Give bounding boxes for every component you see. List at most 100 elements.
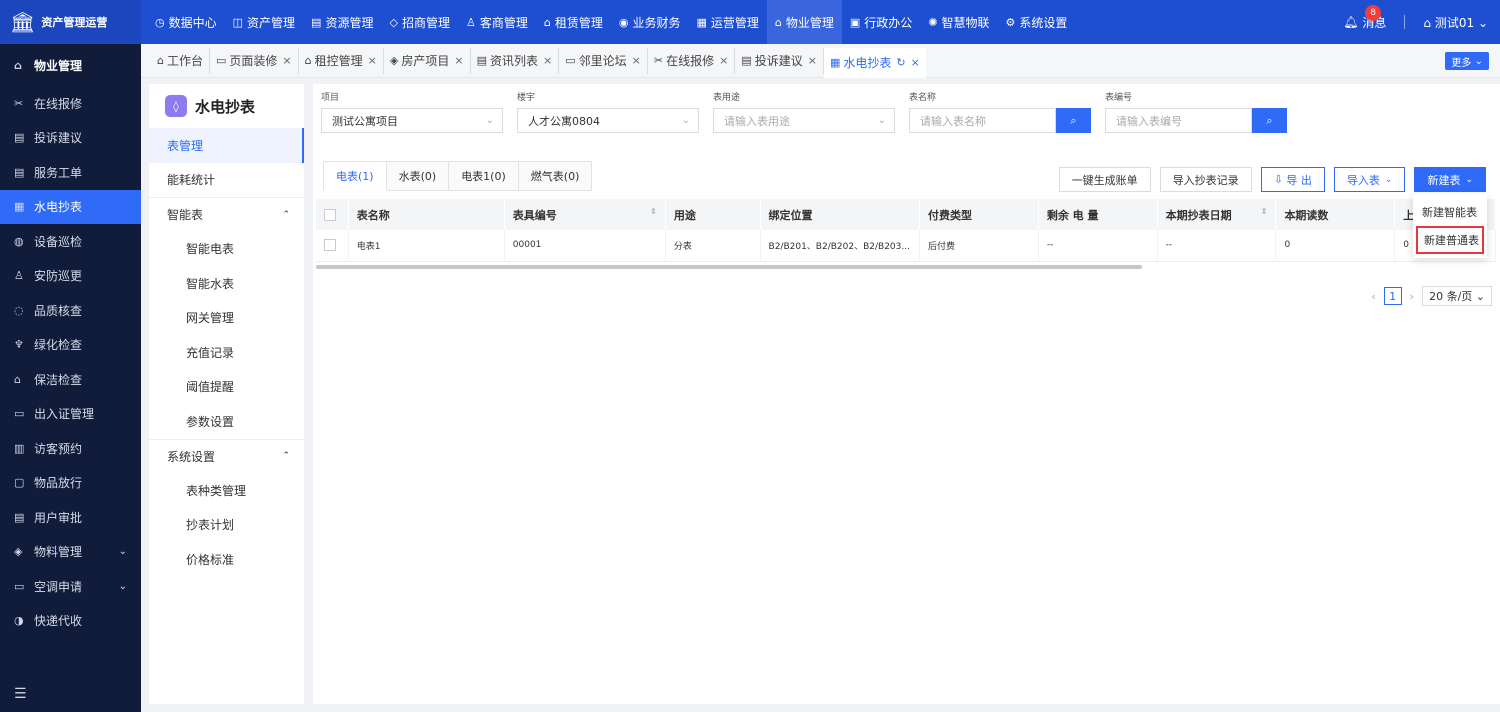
row-checkbox[interactable] [324, 239, 336, 252]
next-page-icon[interactable]: › [1410, 290, 1414, 303]
close-icon[interactable]: × [282, 54, 291, 67]
tab[interactable]: ⌂ 工作台 [151, 47, 210, 74]
sub-menu-item[interactable]: 抄表计划 [149, 508, 304, 543]
meter-name-input[interactable]: 请输入表名称 [909, 108, 1056, 133]
close-icon[interactable]: × [911, 56, 920, 69]
meter-no-input[interactable]: 请输入表编号 [1105, 108, 1252, 133]
sub-menu-item[interactable]: 参数设置 [149, 404, 304, 439]
table-row[interactable]: 电表1 00001 分表 B2/B201、B2/B202、B2/B203... 后付费 -… [316, 230, 1496, 262]
meter-type-tab[interactable]: 电表(1) [323, 161, 387, 191]
page-size-select[interactable]: 20 条/页 ⌄ [1422, 286, 1492, 306]
sub-menu-item[interactable]: 能耗统计 [149, 163, 304, 198]
tab[interactable]: ◈ 房产项目 × [384, 47, 471, 74]
topnav-item[interactable]: ◉ 业务财务 [611, 0, 689, 44]
topnav-label: 资源管理 [325, 15, 374, 30]
tab[interactable]: ▤ 投诉建议 × [735, 47, 824, 74]
tab[interactable]: ▭ 页面装修 × [210, 47, 299, 74]
sidebar-item[interactable]: ⌂ 保洁检查 [0, 362, 141, 397]
sidebar-item[interactable]: ▤ 用户审批 [0, 500, 141, 535]
sidebar-item[interactable]: ✂ 在线报修 [0, 86, 141, 121]
tab[interactable]: ⌂ 租控管理 × [299, 47, 384, 74]
topnav-item[interactable]: ▤ 资源管理 [303, 0, 381, 44]
topnav-item[interactable]: ◇ 招商管理 [381, 0, 457, 44]
sidebar-item[interactable]: ♆ 绿化检查 [0, 328, 141, 363]
new-normal-meter-option[interactable]: 新建普通表 [1416, 226, 1484, 254]
sidebar-item[interactable]: ◑ 快递代收 [0, 604, 141, 639]
topnav-item[interactable]: ◫ 资产管理 [225, 0, 303, 44]
sort-icon[interactable]: ⇕ [650, 207, 657, 216]
topnav-item[interactable]: ✺ 智慧物联 [920, 0, 997, 44]
tab[interactable]: ▤ 资讯列表 × [471, 47, 560, 74]
messages-button[interactable]: 🔔︎ 消息 8 [1343, 4, 1386, 31]
sidebar-header[interactable]: ⌂ 物业管理 [0, 44, 141, 86]
close-icon[interactable]: × [368, 54, 377, 67]
meter-name-search-button[interactable]: ⌕ [1056, 108, 1091, 133]
sub-menu-item[interactable]: 系统设置 ⌃ [149, 438, 304, 474]
meter-type-tab[interactable]: 电表1(0) [449, 161, 519, 191]
generate-bill-button[interactable]: 一键生成账单 [1058, 167, 1151, 192]
new-smart-meter-option[interactable]: 新建智能表 [1413, 198, 1487, 226]
sub-menu-item[interactable]: 价格标准 [149, 542, 304, 577]
sidebar-item[interactable]: ▦ 水电抄表 [0, 189, 141, 224]
tab-icon: ⌂ [304, 54, 312, 67]
meter-type-tab[interactable]: 燃气表(0) [518, 161, 593, 191]
sub-menu-item[interactable]: 充值记录 [149, 335, 304, 370]
building-select[interactable]: 人才公寓0804 ⌄ [517, 108, 699, 133]
import-meter-label: 导入表 [1346, 173, 1380, 187]
sidebar-item[interactable]: ◍ 设备巡检 [0, 224, 141, 259]
sidebar-item[interactable]: ♙ 安防巡更 [0, 259, 141, 294]
topnav-item[interactable]: ▣ 行政办公 [842, 0, 920, 44]
close-icon[interactable]: × [543, 54, 552, 67]
sidebar-item[interactable]: ▥ 访客预约 [0, 431, 141, 466]
topnav-item[interactable]: ⌂ 物业管理 [766, 0, 842, 44]
tab[interactable]: ▭ 邻里论坛 × [559, 47, 648, 74]
collapse-menu-icon[interactable]: ☰ [14, 686, 27, 702]
meter-type-tab[interactable]: 水表(0) [386, 161, 450, 191]
sidebar-item[interactable]: ◈ 物料管理 ⌄ [0, 535, 141, 570]
sub-menu-item[interactable]: 表管理 [149, 128, 304, 163]
topnav-item[interactable]: ⚙ 系统设置 [998, 0, 1076, 44]
sub-menu-item[interactable]: 表种类管理 [149, 473, 304, 508]
close-icon[interactable]: × [632, 54, 641, 67]
topnav-item[interactable]: ◷ 数据中心 [147, 0, 225, 44]
sidebar-item[interactable]: ▭ 出入证管理 [0, 397, 141, 432]
topnav-item[interactable]: ▦ 运营管理 [688, 0, 766, 44]
more-tabs-button[interactable]: 更多 ⌄ [1445, 52, 1489, 70]
sidebar-item[interactable]: ▢ 物品放行 [0, 466, 141, 501]
page-number[interactable]: 1 [1383, 287, 1402, 305]
sub-menu-item[interactable]: 智能水表 [149, 266, 304, 301]
prev-page-icon[interactable]: ‹ [1371, 290, 1375, 303]
meter-no-search-button[interactable]: ⌕ [1252, 108, 1287, 133]
sub-menu-item[interactable]: 阈值提醒 [149, 370, 304, 405]
select-all-checkbox[interactable] [324, 209, 336, 221]
new-meter-button[interactable]: 新建表 ⌄ [1414, 167, 1486, 192]
message-count-badge: 8 [1365, 4, 1382, 21]
close-icon[interactable]: × [454, 54, 463, 67]
topnav-item[interactable]: ⌂ 租赁管理 [536, 0, 611, 44]
sort-icon[interactable]: ⇕ [1261, 207, 1268, 216]
import-meter-button[interactable]: 导入表 ⌄ [1333, 167, 1406, 192]
close-icon[interactable]: × [719, 54, 728, 67]
tab-label: 邻里论坛 [578, 54, 627, 68]
export-button[interactable]: ⇩ 导 出 [1260, 167, 1325, 192]
import-record-button[interactable]: 导入抄表记录 [1159, 167, 1252, 192]
refresh-icon[interactable]: ↻ [896, 56, 905, 69]
tab[interactable]: ▦ 水电抄表 ↻ × [823, 47, 926, 78]
topnav-item[interactable]: ♙ 客商管理 [458, 0, 536, 44]
sub-menu-item[interactable]: 智能电表 [149, 232, 304, 267]
horizontal-scrollbar[interactable] [316, 265, 1142, 269]
usage-select[interactable]: 请输入表用途 ⌄ [713, 108, 895, 133]
tab[interactable]: ✂ 在线报修 × [648, 47, 736, 74]
close-icon[interactable]: × [808, 54, 817, 67]
sub-menu-item[interactable]: 智能表 ⌃ [149, 197, 304, 232]
user-menu[interactable]: ⌂ 测试01 ⌄ [1423, 14, 1488, 31]
sub-menu-panel: ◊ 水电抄表 表管理 能耗统计 智能表 ⌃ 智能电表 智能水表 网关管理 充值记录 阈值提醒 参数… [149, 84, 304, 704]
sidebar-item[interactable]: ▤ 投诉建议 [0, 121, 141, 156]
sidebar-item[interactable]: ▭ 空调申请 ⌄ [0, 569, 141, 604]
brand[interactable]: 🏛 资产管理运营 [0, 0, 141, 44]
sidebar-item[interactable]: ▤ 服务工单 [0, 155, 141, 190]
sidebar-item[interactable]: ◌ 品质核查 [0, 293, 141, 328]
chevron-down-icon: ⌄ [1477, 15, 1488, 30]
project-select[interactable]: 测试公寓项目 ⌄ [321, 108, 503, 133]
sub-menu-item[interactable]: 网关管理 [149, 301, 304, 336]
